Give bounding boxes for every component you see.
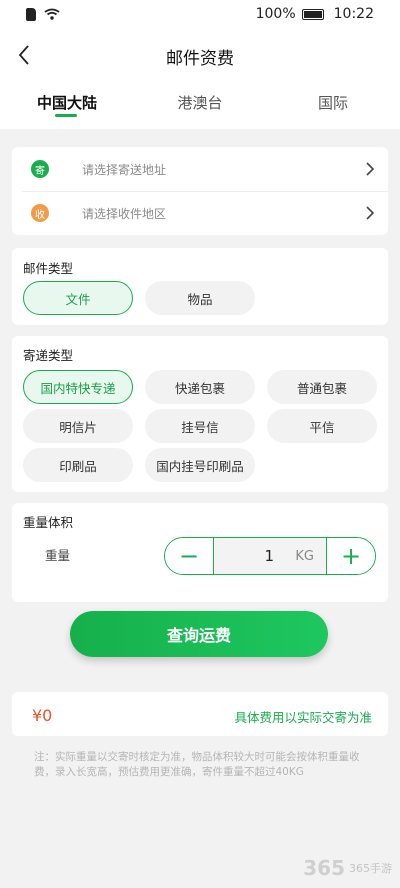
weight-input[interactable]: 1 KG: [213, 538, 327, 574]
weight-label: 重量: [45, 548, 71, 563]
weight-section-title: 重量体积: [23, 515, 74, 530]
weight-stepper: − 1 KG +: [164, 537, 376, 575]
active-tab-indicator: [55, 114, 77, 117]
delivery-option-registered-printed-matter[interactable]: 国内挂号印刷品: [145, 448, 255, 482]
delivery-option-registered-letter[interactable]: 挂号信: [145, 409, 255, 443]
sender-address-row[interactable]: 寄 请选择寄送地址: [12, 147, 388, 191]
footnote-text: 注：实际重量以交寄时核定为准，物品体积较大时可能会按体积重量收费，录入长宽高，预…: [34, 751, 360, 778]
decrease-button[interactable]: −: [165, 538, 213, 574]
back-button[interactable]: [10, 40, 38, 70]
status-bar: 100% 10:22: [0, 0, 400, 28]
delivery-type-title: 寄递类型: [23, 348, 74, 363]
query-fee-button[interactable]: 查询运费: [70, 611, 328, 657]
chevron-right-icon: [366, 162, 374, 176]
tab-mainland[interactable]: 中国大陆: [37, 92, 97, 113]
chevron-left-icon: [18, 45, 29, 65]
sender-icon: 寄: [31, 160, 49, 178]
mail-type-option-goods[interactable]: 物品: [145, 281, 255, 315]
wifi-icon: [44, 8, 60, 20]
delivery-option-ordinary-letter[interactable]: 平信: [267, 409, 377, 443]
address-card: 寄 请选择寄送地址 收 请选择收件地区: [12, 147, 388, 235]
weight-value: 1: [264, 547, 274, 565]
weight-card: 重量体积 重量 − 1 KG +: [12, 503, 388, 602]
sim-card-icon: [26, 7, 36, 21]
mail-type-option-document[interactable]: 文件: [23, 281, 133, 315]
battery-icon: [301, 8, 324, 20]
weight-unit: KG: [295, 549, 314, 564]
minus-icon: −: [178, 542, 200, 570]
receiver-address-placeholder: 请选择收件地区: [82, 206, 167, 221]
delivery-option-ordinary-parcel[interactable]: 普通包裹: [267, 370, 377, 404]
increase-button[interactable]: +: [327, 538, 375, 574]
page-title: 邮件资费: [166, 48, 234, 69]
watermark-number: 365: [303, 856, 345, 880]
watermark-brand: 365手游: [349, 861, 392, 875]
price-value: ¥0: [32, 706, 53, 725]
delivery-type-card: 寄递类型 国内特快专递 快递包裹 普通包裹 明信片 挂号信 平信 印刷品 国内挂…: [12, 336, 388, 492]
delivery-option-postcard[interactable]: 明信片: [23, 409, 133, 443]
mail-type-card: 邮件类型 文件 物品: [12, 248, 388, 325]
region-tabs: 中国大陆 港澳台 国际: [0, 84, 400, 129]
mail-type-title: 邮件类型: [23, 261, 74, 276]
plus-icon: +: [340, 542, 362, 570]
receiver-address-row[interactable]: 收 请选择收件地区: [12, 191, 388, 235]
price-note: 具体费用以实际交寄为准: [234, 710, 372, 725]
nav-bar: 邮件资费: [0, 28, 400, 84]
sender-address-placeholder: 请选择寄送地址: [82, 162, 167, 177]
tab-hk-mo-tw[interactable]: 港澳台: [177, 92, 222, 113]
watermark-logo: 365 365手游: [303, 856, 392, 880]
clock: 10:22: [333, 6, 374, 22]
chevron-right-icon: [366, 206, 374, 220]
delivery-option-printed-matter[interactable]: 印刷品: [23, 448, 133, 482]
battery-percent: 100%: [255, 6, 296, 22]
tab-international[interactable]: 国际: [318, 92, 348, 113]
result-card: ¥0 具体费用以实际交寄为准: [12, 692, 388, 736]
receiver-icon: 收: [31, 204, 49, 222]
delivery-option-express-parcel[interactable]: 快递包裹: [145, 370, 255, 404]
delivery-option-ems[interactable]: 国内特快专递: [23, 370, 133, 404]
